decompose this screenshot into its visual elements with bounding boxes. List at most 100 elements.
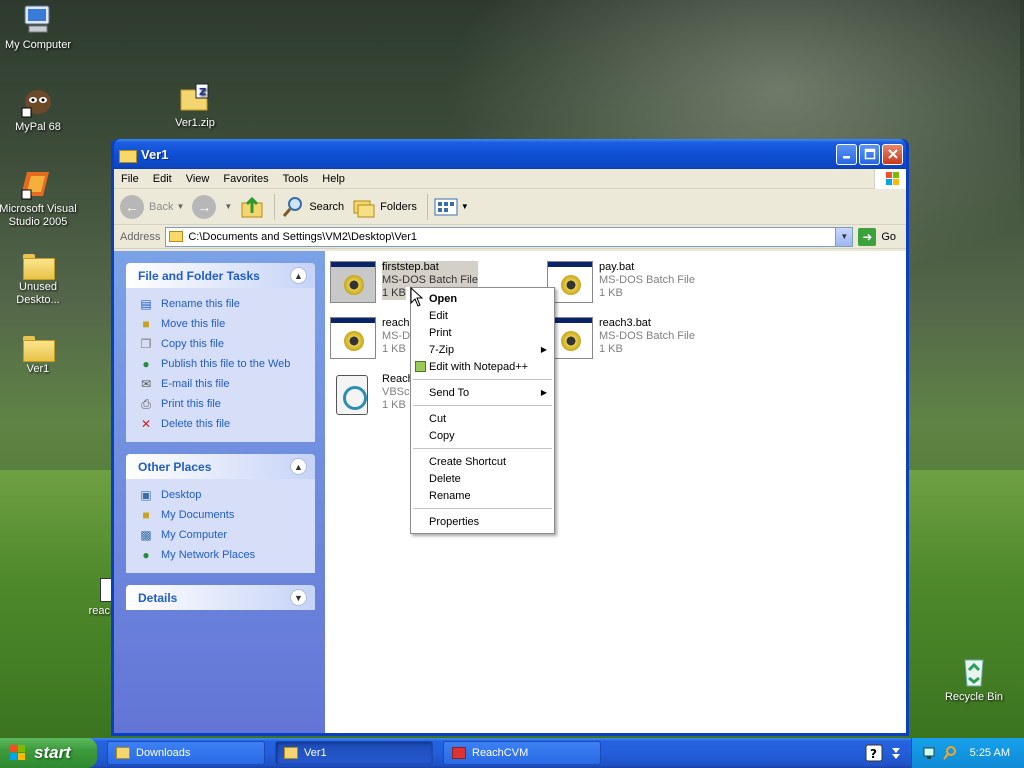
desktop-icon-mypal[interactable]: MyPal 68 xyxy=(0,86,78,134)
back-label: Back xyxy=(149,200,174,213)
panel-header[interactable]: Details ▼ xyxy=(126,585,315,610)
expand-tray-icon[interactable] xyxy=(889,744,903,762)
menu-edit[interactable]: Edit xyxy=(146,173,179,185)
close-button[interactable] xyxy=(882,143,903,165)
ctx-copy[interactable]: Copy xyxy=(411,427,554,444)
ctx-7zip[interactable]: 7-Zip ▶ xyxy=(411,341,554,358)
desktop-icon-my-computer[interactable]: My Computer xyxy=(0,4,78,52)
ctx-edit-notepad[interactable]: Edit with Notepad++ xyxy=(411,358,554,375)
place-label: My Network Places xyxy=(161,549,256,561)
folders-button[interactable]: Folders xyxy=(352,195,417,219)
folder-icon xyxy=(23,254,55,280)
folder-icon xyxy=(169,231,184,242)
address-input[interactable]: C:\Documents and Settings\VM2\Desktop\Ve… xyxy=(165,226,854,247)
ctx-properties[interactable]: Properties xyxy=(411,513,554,530)
clock[interactable]: 5:25 AM xyxy=(970,747,1010,759)
task-label: Copy this file xyxy=(161,338,224,350)
collapse-icon[interactable]: ▲ xyxy=(290,458,307,475)
search-tray-icon[interactable] xyxy=(942,745,958,761)
views-button[interactable]: ▼ xyxy=(434,197,469,217)
taskbar-button-downloads[interactable]: Downloads xyxy=(107,741,265,765)
minimize-button[interactable] xyxy=(836,143,857,165)
panel-header[interactable]: File and Folder Tasks ▲ xyxy=(126,263,315,288)
place-network[interactable]: ● My Network Places xyxy=(138,545,315,565)
ctx-send-to[interactable]: Send To ▶ xyxy=(411,384,554,401)
address-bar: Address C:\Documents and Settings\VM2\De… xyxy=(114,225,906,249)
place-my-documents[interactable]: ■ My Documents xyxy=(138,505,315,525)
ctx-rename[interactable]: Rename xyxy=(411,487,554,504)
forward-button[interactable]: → ▼ xyxy=(192,194,233,219)
folder-icon xyxy=(119,148,137,163)
ctx-label: Edit with Notepad++ xyxy=(429,360,529,373)
file-item[interactable]: reach3.bat MS-DOS Batch File 1 KB xyxy=(547,317,757,359)
desktop-icon-label: My Computer xyxy=(4,39,72,51)
window-titlebar[interactable]: Ver1 xyxy=(114,139,906,169)
search-button[interactable]: Search xyxy=(281,195,344,219)
task-publish[interactable]: ● Publish this file to the Web xyxy=(138,354,315,374)
address-label: Address xyxy=(120,230,161,243)
ctx-delete[interactable]: Delete xyxy=(411,470,554,487)
ctx-label: Send To xyxy=(429,386,470,399)
task-rename[interactable]: ▤ Rename this file xyxy=(138,294,315,314)
folder-up-icon xyxy=(241,196,263,217)
desktop-icon-unused[interactable]: Unused Deskto... xyxy=(0,250,78,307)
task-move[interactable]: ■ Move this file xyxy=(138,314,315,334)
go-label: Go xyxy=(881,230,897,243)
chevron-down-icon: ▼ xyxy=(224,202,233,211)
place-my-computer[interactable]: ▩ My Computer xyxy=(138,525,315,545)
task-label: Print this file xyxy=(161,398,221,410)
maximize-button[interactable] xyxy=(859,143,880,165)
place-desktop[interactable]: ▣ Desktop xyxy=(138,485,315,505)
back-arrow-icon: ← xyxy=(120,194,144,219)
file-item[interactable]: pay.bat MS-DOS Batch File 1 KB xyxy=(547,261,757,303)
menu-file[interactable]: File xyxy=(114,173,146,185)
search-label: Search xyxy=(309,200,345,213)
ctx-edit[interactable]: Edit xyxy=(411,307,554,324)
ctx-create-shortcut[interactable]: Create Shortcut xyxy=(411,453,554,470)
task-copy[interactable]: ❐ Copy this file xyxy=(138,334,315,354)
task-print[interactable]: ⎙ Print this file xyxy=(138,394,315,414)
desktop-icon-visual-studio[interactable]: Microsoft Visual Studio 2005 xyxy=(0,168,78,229)
place-label: My Computer xyxy=(161,529,228,541)
desktop-icon-recycle-bin[interactable]: Recycle Bin xyxy=(934,656,1014,704)
menu-separator xyxy=(413,448,552,449)
folders-icon xyxy=(353,200,375,217)
standard-toolbar: ← Back ▼ → ▼ Search Folders ▼ xyxy=(114,189,906,225)
expand-icon[interactable]: ▼ xyxy=(290,589,307,606)
file-type: MS-DOS Batch File xyxy=(599,330,695,342)
ctx-print[interactable]: Print xyxy=(411,324,554,341)
menu-tools[interactable]: Tools xyxy=(276,173,316,185)
ctx-open[interactable]: Open xyxy=(411,290,554,307)
address-dropdown-button[interactable]: ▼ xyxy=(835,227,853,246)
desktop-icon-label: MyPal 68 xyxy=(15,121,61,133)
start-button[interactable]: start xyxy=(0,738,97,768)
go-button[interactable]: ➜ Go xyxy=(858,227,897,246)
task-email[interactable]: ✉ E-mail this file xyxy=(138,374,315,394)
ctx-cut[interactable]: Cut xyxy=(411,410,554,427)
taskbar-button-reachcvm[interactable]: ReachCVM xyxy=(443,741,601,765)
folder-icon xyxy=(23,336,55,362)
batch-file-icon xyxy=(330,317,376,359)
task-delete[interactable]: ✕ Delete this file xyxy=(138,414,315,434)
file-name: firststep.bat xyxy=(382,261,478,274)
taskbar-button-ver1[interactable]: Ver1 xyxy=(275,741,433,765)
panel-title: Details xyxy=(138,590,178,605)
file-type: MS-DOS Batch File xyxy=(382,274,478,287)
desktop-icon-ver1-zip[interactable]: Z Ver1.zip xyxy=(155,82,235,130)
start-label: start xyxy=(34,743,71,762)
help-icon[interactable]: ? xyxy=(865,744,883,762)
system-tray: 5:25 AM xyxy=(911,738,1024,768)
desktop-icon-reach[interactable]: reac xyxy=(62,578,112,618)
collapse-icon[interactable]: ▲ xyxy=(290,267,307,284)
back-button[interactable]: ← Back ▼ xyxy=(120,194,184,219)
menu-view[interactable]: View xyxy=(179,173,217,185)
panel-title: Other Places xyxy=(138,459,212,474)
address-value: C:\Documents and Settings\VM2\Desktop\Ve… xyxy=(188,230,418,243)
menu-help[interactable]: Help xyxy=(315,173,352,185)
up-button[interactable] xyxy=(240,195,264,219)
desktop-icon-label: Microsoft Visual Studio 2005 xyxy=(0,203,77,228)
panel-header[interactable]: Other Places ▲ xyxy=(126,454,315,479)
menu-favorites[interactable]: Favorites xyxy=(216,173,275,185)
network-tray-icon[interactable] xyxy=(922,745,938,761)
desktop-icon-ver1[interactable]: Ver1 xyxy=(0,332,78,376)
